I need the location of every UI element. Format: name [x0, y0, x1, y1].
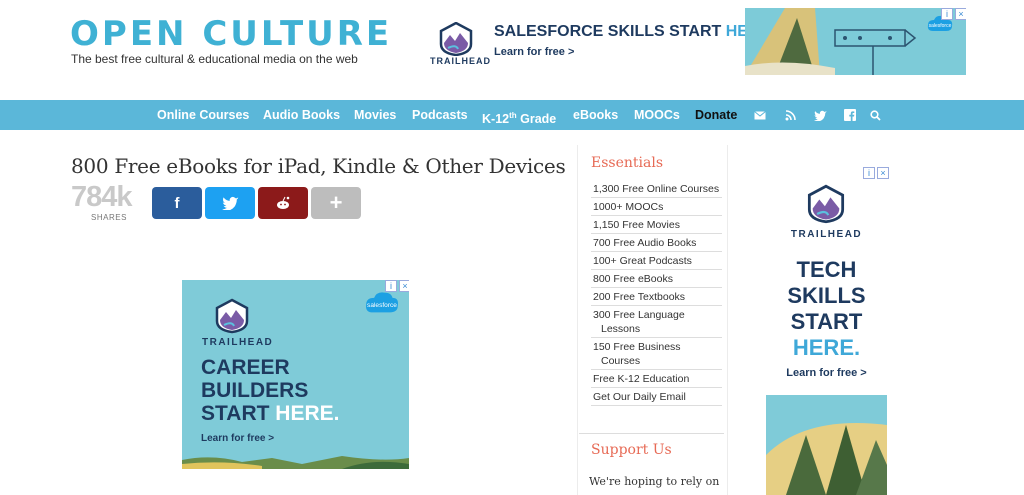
adchoices-controls[interactable]: i × [385, 280, 409, 292]
support-us-text: We're hoping to rely on [589, 475, 720, 488]
share-count: 784k [71, 181, 133, 213]
essentials-link-moocs[interactable]: 1000+ MOOCs [591, 198, 722, 216]
essentials-link-ebooks[interactable]: 800 Free eBooks [591, 270, 722, 288]
nav-k12[interactable]: K-12th Grade [482, 100, 556, 130]
svg-text:salesforce: salesforce [367, 302, 397, 309]
trailhead-badge-icon [215, 298, 249, 334]
essentials-link-business-courses[interactable]: 150 Free Business Courses [591, 338, 722, 370]
essentials-link-textbooks[interactable]: 200 Free Textbooks [591, 288, 722, 306]
essentials-link-audio-books[interactable]: 700 Free Audio Books [591, 234, 722, 252]
close-icon[interactable]: × [877, 167, 889, 179]
ad-illustration [182, 456, 409, 469]
site-tagline: The best free cultural & educational med… [71, 52, 358, 66]
nav-online-courses[interactable]: Online Courses [157, 100, 249, 130]
ad-headline: SALESFORCE SKILLS START HERE. [494, 23, 775, 40]
nav-movies[interactable]: Movies [354, 100, 396, 130]
ad-cta[interactable]: Learn for free > [201, 433, 274, 444]
trailhead-label: TRAILHEAD [790, 229, 863, 240]
trailhead-badge-icon [439, 22, 473, 56]
inline-ad[interactable]: TRAILHEAD CAREER BUILDERS START HERE. Le… [182, 280, 409, 469]
adchoices-controls[interactable]: i × [941, 8, 966, 20]
site-logo[interactable]: OPEN CULTURE [70, 14, 392, 54]
essentials-link-language-lessons[interactable]: 300 Free Language Lessons [591, 306, 722, 338]
twitter-share-button[interactable] [205, 187, 255, 219]
essentials-link-daily-email[interactable]: Get Our Daily Email [591, 388, 722, 406]
ad-headline: CAREER BUILDERS START HERE. [201, 356, 340, 425]
essentials-link-k12-education[interactable]: Free K-12 Education [591, 370, 722, 388]
facebook-icon[interactable] [843, 108, 857, 122]
ad-cta[interactable]: Learn for free > [494, 46, 574, 58]
article-title[interactable]: 800 Free eBooks for iPad, Kindle & Other… [71, 154, 566, 178]
side-ad[interactable]: TRAILHEAD TECH SKILLS START HERE. Learn … [766, 180, 887, 495]
nav-donate[interactable]: Donate [695, 100, 737, 130]
top-banner-ad[interactable]: TRAILHEAD SALESFORCE SKILLS START HERE. … [426, 8, 966, 75]
ad-cta[interactable]: Learn for free > [766, 367, 887, 379]
twitter-icon[interactable] [813, 108, 827, 122]
trailhead-label: TRAILHEAD [202, 337, 274, 348]
nav-ebooks[interactable]: eBooks [573, 100, 618, 130]
salesforce-cloud-icon: salesforce [366, 292, 399, 313]
reddit-icon [277, 196, 290, 209]
nav-moocs[interactable]: MOOCs [634, 100, 680, 130]
ad-headline: TECH SKILLS START HERE. [787, 257, 866, 360]
close-icon[interactable]: × [399, 280, 409, 292]
essentials-link-movies[interactable]: 1,150 Free Movies [591, 216, 722, 234]
trailhead-label: TRAILHEAD [430, 56, 491, 66]
rss-icon[interactable] [783, 108, 797, 122]
essentials-link-online-courses[interactable]: 1,300 Free Online Courses [591, 180, 722, 198]
essentials-heading: Essentials [591, 155, 664, 171]
share-label: SHARES [91, 213, 127, 222]
mail-icon[interactable] [753, 108, 767, 122]
search-icon[interactable] [868, 108, 882, 122]
facebook-share-button[interactable]: f [152, 187, 202, 219]
info-icon[interactable]: i [941, 8, 953, 20]
sidebar-separator [579, 433, 724, 434]
support-us-heading: Support Us [591, 442, 672, 458]
svg-text:salesforce: salesforce [929, 23, 952, 29]
trailhead-badge-icon [807, 184, 845, 224]
facebook-icon: f [174, 194, 180, 212]
adchoices-controls[interactable]: i × [863, 167, 889, 179]
essentials-link-podcasts[interactable]: 100+ Great Podcasts [591, 252, 722, 270]
essentials-list: 1,300 Free Online Courses 1000+ MOOCs 1,… [591, 180, 722, 406]
reddit-share-button[interactable] [258, 187, 308, 219]
sidebar-divider [577, 145, 578, 495]
plus-icon: + [329, 190, 343, 215]
twitter-icon [221, 196, 238, 210]
info-icon[interactable]: i [385, 280, 397, 292]
ad-illustration [766, 395, 887, 495]
sidebar-divider [727, 145, 728, 495]
nav-podcasts[interactable]: Podcasts [412, 100, 468, 130]
more-share-button[interactable]: + [311, 187, 361, 219]
close-icon[interactable]: × [955, 8, 966, 20]
nav-audio-books[interactable]: Audio Books [263, 100, 340, 130]
info-icon[interactable]: i [863, 167, 875, 179]
